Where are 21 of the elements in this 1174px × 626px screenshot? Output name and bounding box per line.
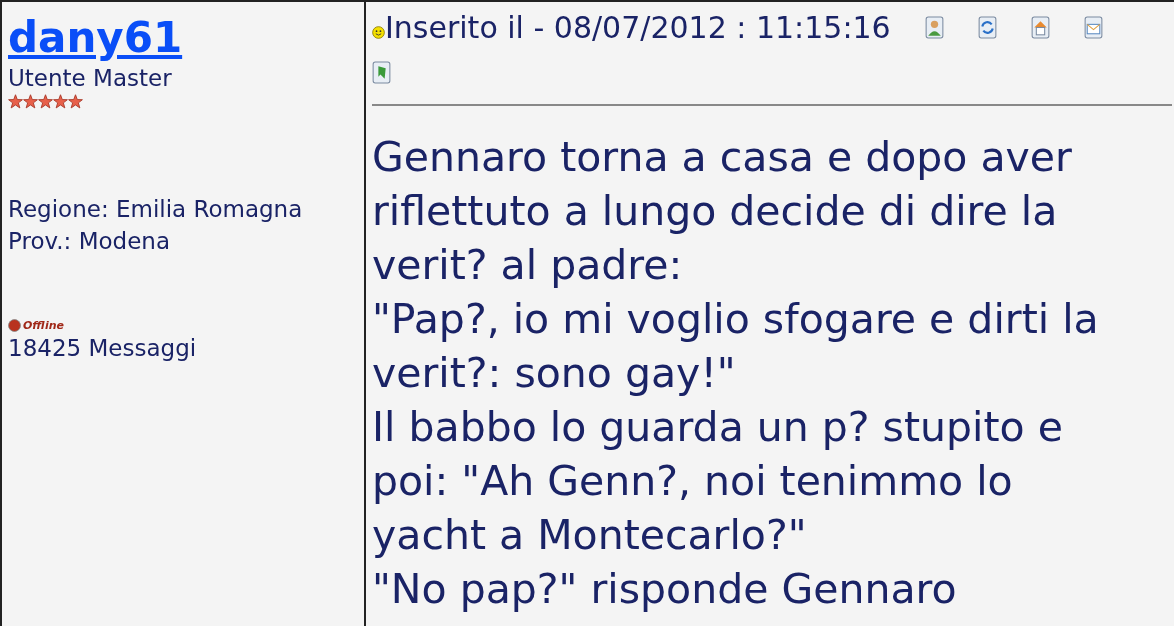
star-icon [68,94,83,109]
profile-icon[interactable] [924,16,944,39]
star-icon [38,94,53,109]
post-text: Gennaro torna a casa e dopo aver riflettuto a lungo decide di dire la verit? al padre: [372,132,1073,291]
post-text: Il babbo lo guarda un p? stupito e poi: "Ah Genn?, noi tenimmo lo yacht a Montecarlo?" [372,402,1064,561]
post-count: 18425 Messaggi [8,334,197,363]
status-label: Offline [23,319,64,332]
author-rank: Utente Master [8,64,172,93]
smiley-icon [372,26,385,39]
home-icon[interactable] [1030,16,1050,39]
post-text: "No pap?" risponde Gennaro [372,564,958,615]
refresh-icon[interactable] [977,16,997,39]
author-region: Regione: Emilia Romagna [8,195,303,224]
author-province: Prov.: Modena [8,227,171,256]
star-icon [8,94,23,109]
post-date: Inserito il - 08/07/2012 : 11:15:16 [385,10,891,45]
mail-icon[interactable] [1083,16,1103,39]
star-icon [53,94,68,109]
star-icon [23,94,38,109]
author-link[interactable]: dany61 [8,14,183,62]
post-text: "Pap?, io mi voglio sfogare e dirti la verit?: sono gay!" [372,294,1100,399]
